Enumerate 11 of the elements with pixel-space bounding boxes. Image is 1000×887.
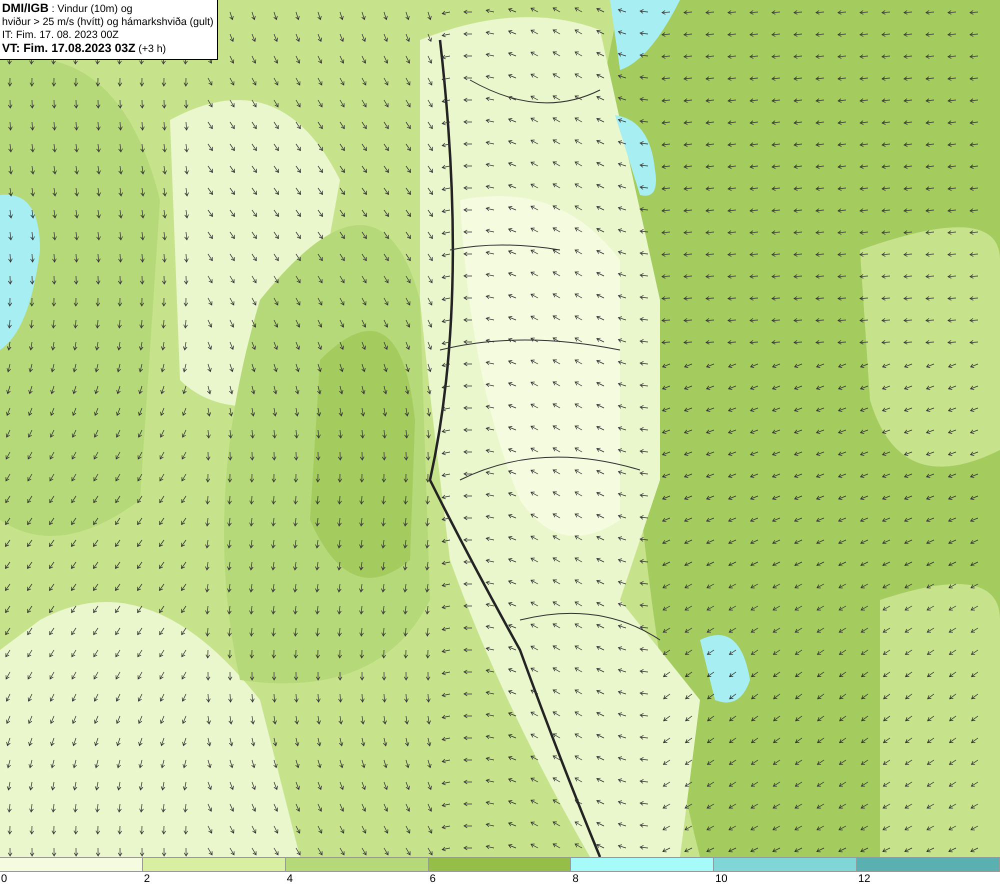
info-text: hviður > 25 m/s (hvítt) og hámarkshviða (gult) <box>2 16 214 29</box>
info-text: DMI/IGB : Vindur (10m) og <box>2 2 134 16</box>
legend-label: 4 <box>286 872 293 887</box>
info-text: VT: Fim. 17.08.2023 03Z (+3 h) <box>2 42 168 56</box>
info-text: IT: Fim. 17. 08. 2023 00Z <box>2 29 120 42</box>
legend-label: 12 <box>857 872 870 887</box>
legend-label: 8 <box>571 872 579 887</box>
legend-label: 6 <box>428 872 436 887</box>
legend-label: 2 <box>142 872 150 887</box>
legend-label: 10 <box>714 872 728 887</box>
legend-label: 0 <box>0 872 8 887</box>
